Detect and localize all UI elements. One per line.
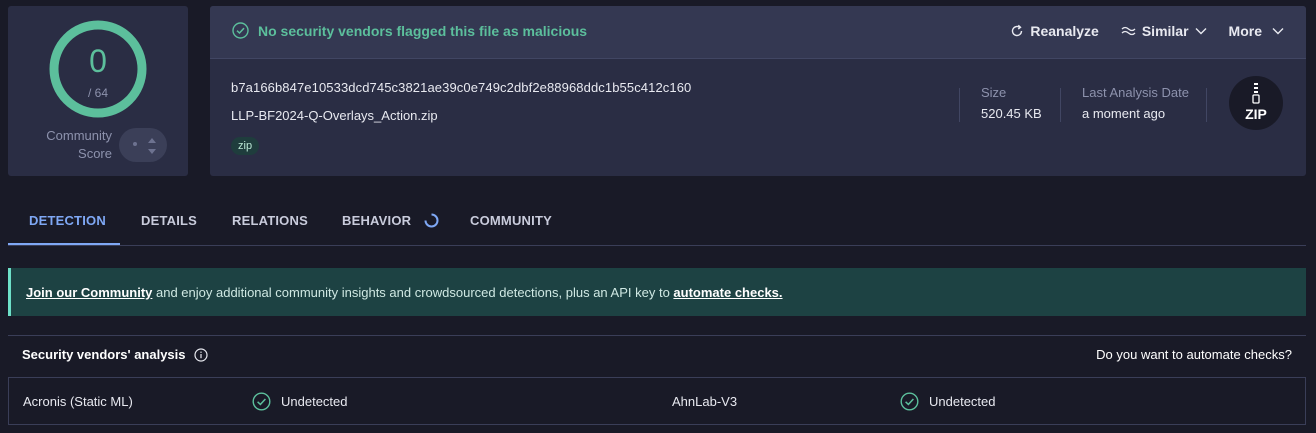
file-info-card: No security vendors flagged this file as… bbox=[210, 6, 1306, 176]
chevron-down-icon bbox=[1272, 28, 1284, 35]
divider bbox=[1206, 88, 1207, 122]
active-tab-indicator bbox=[8, 243, 120, 245]
community-banner: Join our Community and enjoy additional … bbox=[8, 268, 1306, 316]
community-score-dot bbox=[133, 142, 137, 146]
divider bbox=[1060, 88, 1061, 122]
vendors-analysis-section: Security vendors' analysis Do you want t… bbox=[8, 335, 1306, 433]
vendor-name: AhnLab-V3 bbox=[672, 394, 738, 409]
reanalyze-button[interactable]: Reanalyze bbox=[1010, 23, 1099, 39]
chevron-down-icon bbox=[1195, 28, 1207, 35]
table-row: Acronis (Static ML) Undetected AhnLab-V3… bbox=[8, 377, 1306, 425]
check-circle-icon bbox=[900, 392, 919, 411]
file-tag-zip[interactable]: zip bbox=[231, 137, 260, 155]
community-vote-control[interactable] bbox=[119, 128, 167, 162]
clean-status: No security vendors flagged this file as… bbox=[232, 22, 587, 39]
divider bbox=[959, 88, 960, 122]
tab-behavior[interactable]: BEHAVIOR bbox=[342, 196, 439, 246]
tab-details[interactable]: DETAILS bbox=[141, 196, 197, 246]
similar-dropdown[interactable]: Similar bbox=[1121, 23, 1207, 39]
tab-relations[interactable]: RELATIONS bbox=[232, 196, 308, 246]
check-circle-icon bbox=[232, 22, 249, 39]
automate-checks-question[interactable]: Do you want to automate checks? bbox=[1096, 347, 1292, 362]
file-type-badge: ZIP bbox=[1229, 76, 1283, 130]
vendor-result: Undetected bbox=[900, 392, 996, 411]
vote-down-icon[interactable] bbox=[148, 149, 156, 154]
size-label: Size bbox=[981, 85, 1007, 100]
size-value: 520.45 KB bbox=[981, 106, 1042, 121]
tab-community[interactable]: COMMUNITY bbox=[470, 196, 552, 246]
automate-checks-link[interactable]: automate checks. bbox=[673, 285, 782, 300]
detection-count: 0 bbox=[89, 43, 107, 79]
check-circle-icon bbox=[252, 392, 271, 411]
tab-bar: DETECTION DETAILS RELATIONS BEHAVIOR COM… bbox=[8, 196, 1306, 246]
info-header: No security vendors flagged this file as… bbox=[210, 6, 1306, 59]
file-hash[interactable]: b7a166b847e10533dcd745c3821ae39c0e749c2d… bbox=[231, 80, 691, 95]
tab-detection[interactable]: DETECTION bbox=[29, 196, 106, 246]
vendors-analysis-title: Security vendors' analysis bbox=[22, 347, 208, 362]
last-analysis-value: a moment ago bbox=[1082, 106, 1166, 121]
detection-score-card: 0 / 64 Community Score bbox=[8, 6, 188, 176]
banner-text: Join our Community and enjoy additional … bbox=[26, 285, 783, 300]
vendor-name: Acronis (Static ML) bbox=[23, 394, 133, 409]
info-icon[interactable] bbox=[193, 347, 208, 362]
detection-total: / 64 bbox=[87, 86, 108, 100]
last-analysis-label: Last Analysis Date bbox=[1082, 85, 1189, 100]
loading-spinner-icon bbox=[424, 213, 439, 228]
zipper-icon bbox=[1252, 83, 1260, 104]
vendor-result: Undetected bbox=[252, 392, 348, 411]
refresh-icon bbox=[1012, 24, 1023, 37]
file-name[interactable]: LLP-BF2024-Q-Overlays_Action.zip bbox=[231, 108, 438, 123]
more-dropdown[interactable]: More bbox=[1229, 23, 1284, 39]
join-community-link[interactable]: Join our Community bbox=[26, 285, 152, 300]
vote-up-icon[interactable] bbox=[148, 138, 156, 143]
community-score-label: Community Score bbox=[46, 128, 112, 161]
header-actions: Reanalyze Similar More bbox=[988, 23, 1284, 39]
similar-icon bbox=[1121, 26, 1136, 36]
